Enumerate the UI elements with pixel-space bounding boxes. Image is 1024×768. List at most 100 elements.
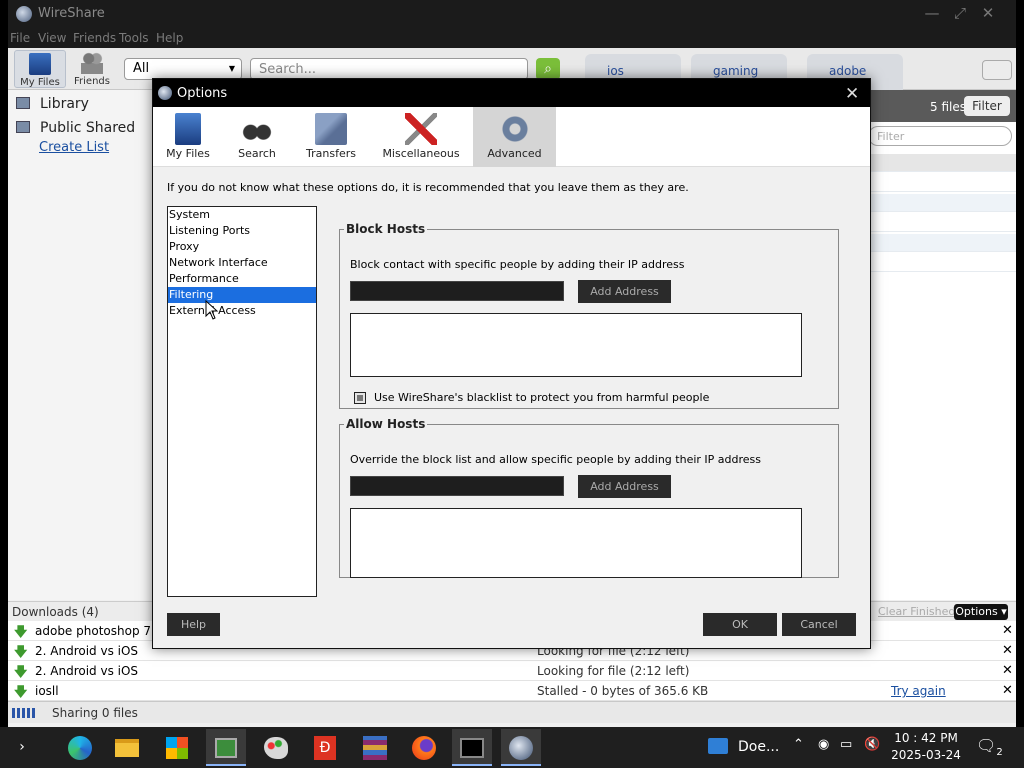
options-nav-list: System Listening Ports Proxy Network Int… bbox=[167, 206, 317, 597]
search-input[interactable]: Search... bbox=[250, 58, 528, 80]
file-explorer-icon[interactable] bbox=[107, 729, 147, 766]
window-title: WireShare bbox=[38, 6, 105, 21]
tab-search[interactable]: Search bbox=[227, 107, 287, 167]
maximize-icon[interactable]: ⤢ bbox=[950, 4, 970, 24]
menu-tools[interactable]: Tools bbox=[119, 31, 149, 45]
file-row[interactable] bbox=[868, 214, 1016, 232]
clock-time: 10 : 42 PM bbox=[894, 731, 958, 745]
column-header[interactable] bbox=[868, 154, 1016, 172]
menu-view[interactable]: View bbox=[38, 31, 66, 45]
nav-item-external-access[interactable]: External Access bbox=[168, 303, 316, 319]
nav-item-network-interface[interactable]: Network Interface bbox=[168, 255, 316, 271]
taskbar: › Ð Doe... ⌃ ◉ ▭ 🔇 10 : 42 PM 2025-03-24… bbox=[0, 727, 1024, 768]
close-icon[interactable]: ✕ bbox=[845, 84, 859, 104]
close-icon[interactable]: ✕ bbox=[978, 4, 998, 24]
remove-download-icon[interactable]: ✕ bbox=[1002, 663, 1013, 678]
transfers-icon bbox=[315, 113, 347, 145]
gear-icon bbox=[498, 113, 531, 145]
download-status: Stalled - 0 bytes of 365.6 KB bbox=[537, 684, 709, 698]
chevron-right-icon[interactable]: › bbox=[2, 729, 42, 766]
download-row[interactable]: 🡇 2. Android vs iOS Looking for file (2:… bbox=[8, 661, 1016, 681]
microsoft-store-icon[interactable] bbox=[157, 729, 197, 766]
sharing-status: Sharing 0 files bbox=[52, 706, 138, 720]
tab-my-files[interactable]: My Files bbox=[153, 107, 223, 167]
menu-friends[interactable]: Friends bbox=[73, 31, 116, 45]
tab-advanced[interactable]: Advanced bbox=[473, 107, 556, 167]
file-row[interactable] bbox=[868, 254, 1016, 272]
title-bar: WireShare — ⤢ ✕ bbox=[8, 0, 1016, 28]
clear-finished-link[interactable]: Clear Finished bbox=[878, 605, 955, 618]
library-label: Library bbox=[40, 96, 89, 112]
winrar-icon[interactable] bbox=[355, 729, 395, 766]
remove-download-icon[interactable]: ✕ bbox=[1002, 683, 1013, 698]
terminal-icon[interactable] bbox=[452, 729, 492, 766]
file-row[interactable] bbox=[868, 194, 1016, 212]
search-go-button[interactable]: ⌕ bbox=[536, 58, 560, 80]
firefox-icon[interactable] bbox=[404, 729, 444, 766]
allowed-hosts-list[interactable] bbox=[350, 508, 802, 578]
download-row[interactable]: 🡇 iosll Stalled - 0 bytes of 365.6 KB Tr… bbox=[8, 681, 1016, 701]
menu-help[interactable]: Help bbox=[156, 31, 183, 45]
my-files-button[interactable]: My Files bbox=[14, 50, 66, 88]
nav-item-listening-ports[interactable]: Listening Ports bbox=[168, 223, 316, 239]
block-ip-input[interactable] bbox=[350, 281, 564, 301]
remove-download-icon[interactable]: ✕ bbox=[1002, 623, 1013, 638]
try-again-link[interactable]: Try again bbox=[891, 684, 946, 698]
nav-item-system[interactable]: System bbox=[168, 207, 316, 223]
tab-transfers[interactable]: Transfers bbox=[297, 107, 365, 167]
wireshare-logo-icon bbox=[158, 86, 172, 100]
system-clock[interactable]: 10 : 42 PM 2025-03-24 bbox=[888, 730, 964, 764]
tab-label: Advanced bbox=[487, 147, 542, 160]
chevron-up-icon[interactable]: ⌃ bbox=[793, 737, 804, 752]
downloads-options-button[interactable]: Options ▾ bbox=[954, 604, 1008, 620]
allow-add-address-button[interactable]: Add Address bbox=[578, 475, 671, 498]
filter-button[interactable]: Filter bbox=[964, 96, 1010, 116]
status-bar: Sharing 0 files bbox=[8, 701, 1016, 723]
remove-download-icon[interactable]: ✕ bbox=[1002, 643, 1013, 658]
document-taskbar-item[interactable]: Doe... bbox=[708, 729, 782, 766]
friends-button[interactable]: Friends bbox=[66, 50, 118, 88]
tools-icon bbox=[405, 113, 437, 145]
nav-item-filtering[interactable]: Filtering bbox=[168, 287, 316, 303]
connection-strength-icon[interactable] bbox=[12, 708, 36, 718]
sidebar-item-public-shared[interactable]: Public Shared bbox=[16, 120, 135, 136]
network-icon[interactable]: ▭ bbox=[840, 737, 852, 752]
file-row[interactable] bbox=[868, 174, 1016, 192]
blacklist-checkbox-label: Use WireShare's blacklist to protect you… bbox=[374, 391, 710, 404]
scope-value: All bbox=[133, 61, 150, 76]
menu-bar: File View Friends Tools Help bbox=[8, 28, 1016, 48]
task-manager-icon[interactable] bbox=[206, 729, 246, 766]
chevron-down-icon: ▼ bbox=[228, 64, 235, 73]
filter-input[interactable]: Filter bbox=[868, 126, 1012, 146]
player-toggle-button[interactable] bbox=[982, 60, 1012, 80]
nav-item-proxy[interactable]: Proxy bbox=[168, 239, 316, 255]
options-tabs: My Files Search Transfers Miscellaneous … bbox=[153, 107, 870, 167]
paint-icon[interactable] bbox=[256, 729, 296, 766]
sidebar-item-library[interactable]: Library bbox=[16, 96, 89, 112]
tab-miscellaneous[interactable]: Miscellaneous bbox=[381, 107, 461, 167]
block-add-address-button[interactable]: Add Address bbox=[578, 280, 671, 303]
clock-date: 2025-03-24 bbox=[891, 748, 961, 762]
blacklist-checkbox[interactable] bbox=[354, 392, 366, 404]
pdf-reader-icon[interactable]: Ð bbox=[305, 729, 345, 766]
doc-label: Doe... bbox=[738, 739, 780, 755]
minimize-icon[interactable]: — bbox=[922, 4, 942, 24]
file-row[interactable] bbox=[868, 234, 1016, 252]
create-list-link[interactable]: Create List bbox=[39, 140, 109, 155]
edge-icon[interactable] bbox=[60, 729, 100, 766]
volume-muted-icon[interactable]: 🔇 bbox=[864, 737, 880, 752]
nav-item-performance[interactable]: Performance bbox=[168, 271, 316, 287]
options-dialog: Options ✕ My Files Search Transfers Misc… bbox=[152, 78, 871, 649]
search-scope-select[interactable]: All ▼ bbox=[124, 58, 242, 80]
cancel-button[interactable]: Cancel bbox=[782, 613, 856, 636]
blocked-hosts-list[interactable] bbox=[350, 313, 802, 377]
notifications-icon[interactable]: 🗨2 bbox=[976, 736, 1003, 758]
download-name: 2. Android vs iOS bbox=[35, 644, 139, 658]
camera-icon[interactable]: ◉ bbox=[818, 737, 829, 752]
help-button[interactable]: Help bbox=[167, 613, 220, 636]
allow-ip-input[interactable] bbox=[350, 476, 564, 496]
menu-file[interactable]: File bbox=[10, 31, 30, 45]
downloads-title: Downloads (4) bbox=[12, 605, 99, 619]
ok-button[interactable]: OK bbox=[703, 613, 777, 636]
wireshare-taskbar-icon[interactable] bbox=[501, 729, 541, 766]
